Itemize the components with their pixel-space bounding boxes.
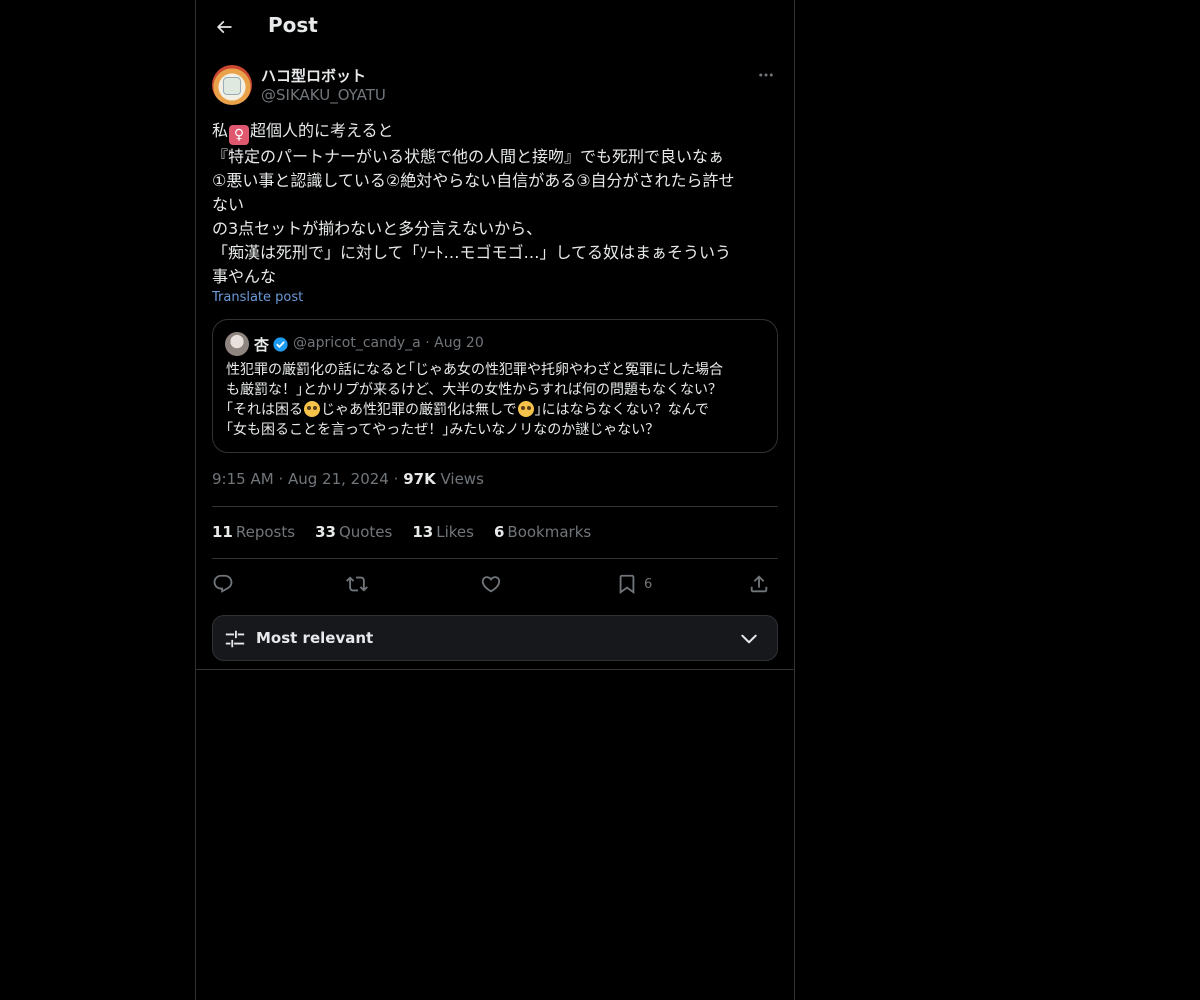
post-time[interactable]: 9:15 AM xyxy=(212,470,274,488)
divider xyxy=(212,558,778,559)
body-line: 私 ♀ 超個人的に考えると xyxy=(212,121,394,145)
more-options-button[interactable] xyxy=(754,65,778,85)
action-bar: 6 xyxy=(212,568,778,600)
share-icon xyxy=(750,575,768,593)
post-author: ハコ型ロボット @SIKAKU_OYATU xyxy=(212,65,778,107)
post-meta: 9:15 AM · Aug 21, 2024 · 97K Views xyxy=(212,470,484,488)
body-line: 『特定のパートナーがいる状態で他の人間と接吻』でも死刑で良いなぁ xyxy=(212,147,725,166)
translate-post-link[interactable]: Translate post xyxy=(212,290,303,305)
reply-icon xyxy=(213,574,233,593)
quote-author-handle: @apricot_candy_a xyxy=(293,335,421,351)
body-line: 「痴漢は死刑で」に対して「ｿｰﾄ…モゴモゴ…」してる奴はまぁそういう xyxy=(212,243,732,262)
sort-label: Most relevant xyxy=(256,629,374,647)
female-sign-emoji: ♀ xyxy=(229,125,250,145)
quotes-stat[interactable]: 33 Quotes xyxy=(315,523,392,547)
reply-sort-dropdown[interactable]: Most relevant xyxy=(212,615,778,661)
views-label: Views xyxy=(440,470,484,488)
avatar[interactable] xyxy=(212,65,252,105)
quoted-post[interactable]: 杏 @apricot_candy_a · Aug 20 性犯罪の厳罰化の話になる… xyxy=(212,319,778,453)
sliders-icon xyxy=(225,630,245,648)
post-date[interactable]: Aug 21, 2024 xyxy=(288,470,389,488)
views-count: 97K xyxy=(403,470,436,488)
quote-avatar xyxy=(225,332,249,356)
body-line: ない xyxy=(212,195,245,214)
more-icon xyxy=(759,73,773,77)
quote-meta: @apricot_candy_a · Aug 20 xyxy=(293,335,484,351)
body-line: の3点セットが揃わないと多分言えないから、 xyxy=(212,219,543,238)
page-title: Post xyxy=(268,13,318,37)
section-border xyxy=(196,669,794,670)
chevron-down-icon xyxy=(741,634,757,644)
quote-line: ｢女も困ることを言ってやったぜ！｣みたいなノリなのか謎じゃない？ xyxy=(226,422,660,438)
body-line: ①悪い事と認識している②絶対やらない自信がある③自分がされたら許せ xyxy=(212,171,735,190)
post-body: 私 ♀ 超個人的に考えると 『特定のパートナーがいる状態で他の人間と接吻』でも死刑で… xyxy=(212,119,778,289)
arrow-left-icon xyxy=(216,20,232,34)
engagement-stats: 11 Reposts 33 Quotes 13 Likes 6 Bookmarks xyxy=(212,523,591,547)
bookmark-button[interactable]: 6 xyxy=(616,568,652,600)
back-button[interactable] xyxy=(208,11,240,43)
quote-line: ｢それは困る じゃあ性犯罪の厳罰化は無しで ｣にはならなくない？なんで xyxy=(226,401,709,418)
repost-icon xyxy=(346,576,368,592)
verified-badge-icon xyxy=(273,337,288,352)
quote-body: 性犯罪の厳罰化の話になると｢じゃあ女の性犯罪や托卵やわざと冤罪にした場合 も厳罰… xyxy=(226,360,771,440)
bookmark-icon xyxy=(619,574,635,595)
repost-button[interactable] xyxy=(346,568,368,600)
author-handle[interactable]: @SIKAKU_OYATU xyxy=(261,86,386,104)
body-line: 事やんな xyxy=(212,267,277,286)
pleading-face-emoji xyxy=(304,401,320,417)
like-button[interactable] xyxy=(480,568,502,600)
heart-icon xyxy=(481,576,501,593)
author-display-name[interactable]: ハコ型ロボット xyxy=(261,65,366,86)
top-bar: Post xyxy=(196,0,794,53)
main-column: Post ハコ型ロボット @SIKAKU_OYATU 私 ♀ 超個人的に考えると 『… xyxy=(195,0,795,1000)
reply-button[interactable] xyxy=(212,568,234,600)
quote-author-name: 杏 xyxy=(254,336,270,354)
quote-date: Aug 20 xyxy=(434,335,484,351)
bookmarks-stat[interactable]: 6 Bookmarks xyxy=(494,523,591,547)
quote-line: 性犯罪の厳罰化の話になると｢じゃあ女の性犯罪や托卵やわざと冤罪にした場合 xyxy=(226,362,723,378)
likes-stat[interactable]: 13 Likes xyxy=(412,523,474,547)
share-button[interactable] xyxy=(748,568,770,600)
bookmark-count: 6 xyxy=(644,576,653,592)
reposts-stat[interactable]: 11 Reposts xyxy=(212,523,295,547)
quote-line: も厳罰な！｣とかリプが来るけど、大半の女性からすれば何の問題もなくない？ xyxy=(226,382,723,398)
pleading-face-emoji xyxy=(517,401,534,417)
divider xyxy=(212,506,778,507)
